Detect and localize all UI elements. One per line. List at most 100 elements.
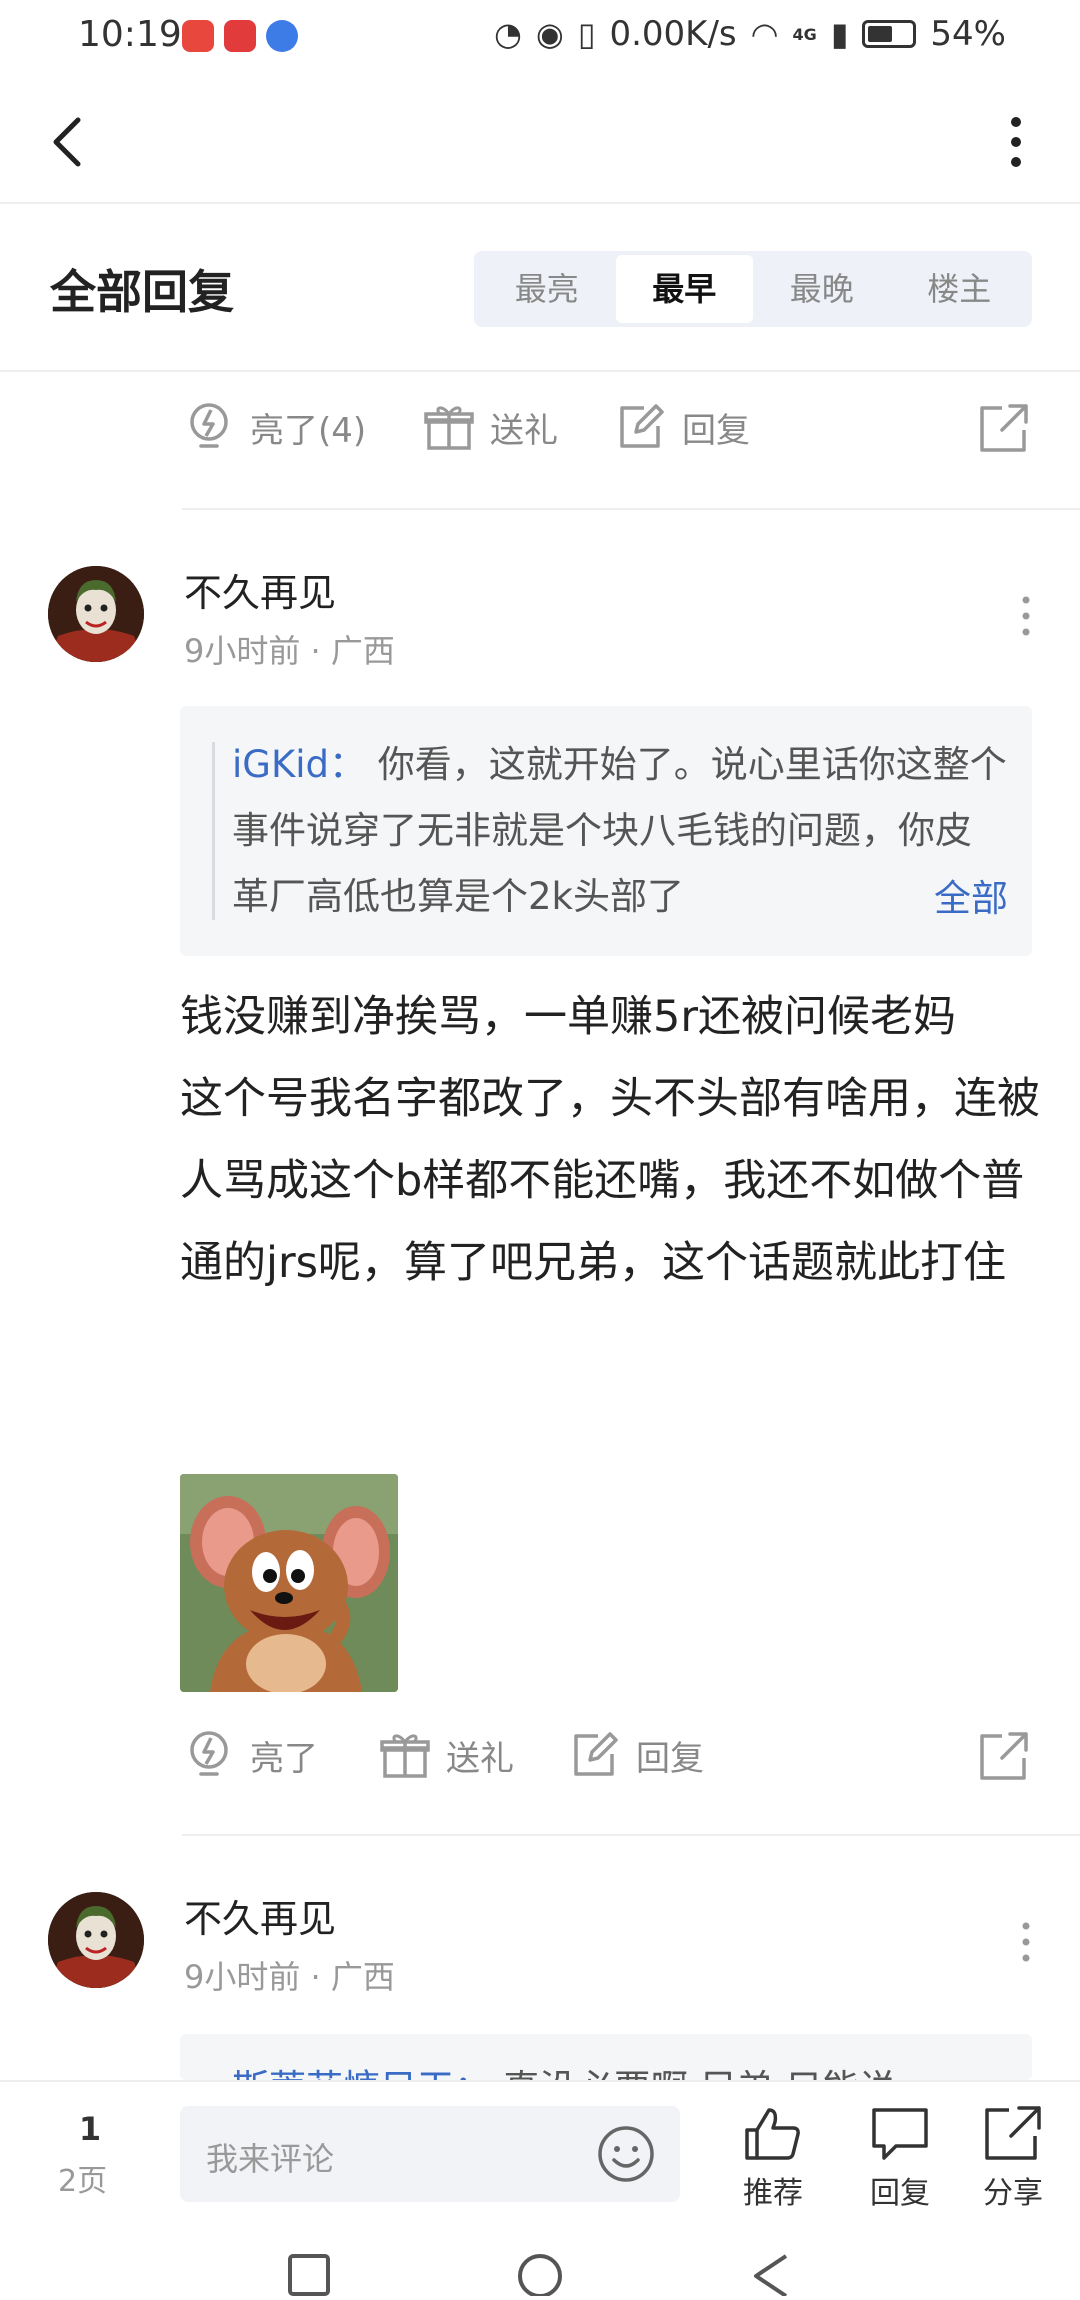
- reply-bottom-label: 回复: [870, 2176, 930, 2211]
- quoted-reply[interactable]: 斯蒂芬慷目干： 真没必要啊 兄弟 只能说: [180, 2034, 1032, 2080]
- meta-separator: ·: [310, 632, 321, 670]
- battery-icon: [862, 20, 917, 48]
- back-nav-icon[interactable]: [746, 2246, 796, 2296]
- share-icon: [985, 2106, 1041, 2160]
- avatar[interactable]: [48, 566, 144, 662]
- top-nav: [0, 72, 1080, 204]
- reply-label: 回复: [636, 1738, 704, 1779]
- reply-bottom-button[interactable]: 回复: [855, 2104, 945, 2212]
- vertical-dots-icon: [1022, 1922, 1030, 1962]
- page-total: 2页: [58, 2164, 108, 2199]
- battery-level: 54%: [930, 14, 1006, 54]
- quote-author[interactable]: iGKid：: [232, 743, 366, 786]
- quoted-reply[interactable]: iGKid： 你看，这就开始了。说心里话你这整个事件说穿了无非就是个块八毛钱的问…: [180, 706, 1032, 956]
- sort-tab-op-only[interactable]: 楼主: [891, 255, 1029, 323]
- like-button[interactable]: 亮了: [182, 1728, 318, 1782]
- reply-label: 回复: [682, 410, 750, 451]
- signal-type: 4G: [792, 24, 817, 44]
- gift-label: 送礼: [446, 1738, 514, 1779]
- joker-avatar-image: [48, 566, 144, 662]
- comment-paragraph: 钱没赚到净挨骂，一单赚5r还被问候老妈: [180, 992, 957, 1042]
- vertical-dots-icon: [1022, 596, 1030, 636]
- book-app-icon: [224, 20, 256, 52]
- share-button[interactable]: [976, 1728, 1032, 1788]
- comment-username[interactable]: 不久再见: [184, 562, 336, 617]
- like-label: 亮了: [250, 1738, 318, 1779]
- wifi-icon: ◠: [750, 15, 779, 53]
- quote-text: 斯蒂芬慷目干： 真没必要啊 兄弟 只能说: [232, 2056, 1008, 2080]
- chevron-left-icon: [53, 117, 81, 167]
- vibrate-icon: ▯: [577, 15, 596, 53]
- lightbulb-icon: [190, 1731, 228, 1776]
- status-bar: 10:19 ◔ ◉ ▯ 0.00K/s ◠ 4G ▮ 54%: [0, 0, 1080, 72]
- comment-image[interactable]: [180, 1474, 398, 1692]
- divider: [182, 1834, 1080, 1836]
- comment-location: 广西: [330, 632, 395, 670]
- signal-icon: ▮: [830, 15, 849, 53]
- gift-button[interactable]: 送礼: [378, 1728, 514, 1782]
- gift-icon: [380, 1734, 430, 1778]
- home-icon[interactable]: [515, 2246, 565, 2296]
- emoji-icon[interactable]: [596, 2124, 656, 2184]
- sort-tab-latest[interactable]: 最晚: [753, 255, 891, 323]
- status-time: 10:19: [78, 14, 182, 55]
- reply-button[interactable]: 回复: [614, 400, 750, 454]
- meta-separator: ·: [310, 1958, 321, 1996]
- comment-username[interactable]: 不久再见: [184, 1888, 336, 1943]
- quote-body: 真没必要啊 兄弟 只能说: [503, 2067, 897, 2080]
- app-notification-icon: [182, 20, 214, 52]
- comment-more-button[interactable]: [1006, 586, 1046, 646]
- share-bottom-button[interactable]: 分享: [968, 2104, 1058, 2212]
- share-icon: [980, 404, 1028, 452]
- page-current: 1: [78, 2110, 102, 2148]
- prev-post-actions: 亮了(4) 送礼 回复: [182, 400, 1032, 490]
- gift-label: 送礼: [490, 410, 558, 451]
- comment-actions: 亮了 送礼 回复: [182, 1728, 1032, 1818]
- gift-button[interactable]: 送礼: [422, 400, 558, 454]
- recommend-label: 推荐: [743, 2176, 803, 2211]
- browser-app-icon: [266, 20, 298, 52]
- quote-bar: [212, 742, 215, 920]
- thumbs-up-icon: [745, 2108, 800, 2160]
- lightbulb-icon: [190, 403, 228, 448]
- expand-quote-link[interactable]: 全部: [904, 866, 1008, 932]
- system-nav-bar: [0, 2228, 1080, 2300]
- like-button[interactable]: 亮了(4): [182, 400, 366, 454]
- notification-icons: [182, 20, 298, 52]
- sort-tab-brightest[interactable]: 最亮: [478, 255, 616, 323]
- edit-icon: [620, 404, 664, 448]
- comment-meta: 9小时前 · 广西: [184, 1952, 395, 1998]
- joker-avatar-image: [48, 1892, 144, 1988]
- share-button[interactable]: [976, 400, 1032, 460]
- comment-location: 广西: [330, 1958, 395, 1996]
- comment-input[interactable]: 我来评论: [180, 2106, 680, 2202]
- edit-icon: [574, 1732, 618, 1776]
- eye-icon: ◉: [535, 15, 564, 53]
- reply-button[interactable]: 回复: [568, 1728, 704, 1782]
- avatar[interactable]: [48, 1892, 144, 1988]
- share-bottom-label: 分享: [983, 2176, 1043, 2211]
- comment-body: 钱没赚到净挨骂，一单赚5r还被问候老妈 这个号我名字都改了，头不头部有啥用，连被…: [180, 976, 1040, 1304]
- network-speed: 0.00K/s: [609, 14, 737, 54]
- quote-text: iGKid： 你看，这就开始了。说心里话你这整个事件说穿了无非就是个块八毛钱的问…: [232, 732, 1008, 930]
- chat-bubble-icon: [872, 2108, 928, 2160]
- vertical-dots-icon: [1011, 117, 1021, 167]
- recommend-button[interactable]: 推荐: [728, 2104, 818, 2212]
- comment-paragraph: 这个号我名字都改了，头不头部有啥用，连被人骂成这个b样都不能还嘴，我还不如做个普…: [180, 1074, 1040, 1288]
- divider: [182, 508, 1080, 510]
- like-label: 亮了(4): [250, 410, 367, 451]
- bottom-bar: 1 2页 我来评论 推荐 回复 分享: [0, 2080, 1080, 2228]
- comment-time: 9小时前: [184, 1958, 301, 1996]
- speedometer-icon: ◔: [494, 15, 522, 53]
- comment-time: 9小时前: [184, 632, 301, 670]
- comment-more-button[interactable]: [1006, 1912, 1046, 1972]
- status-right: ◔ ◉ ▯ 0.00K/s ◠ 4G ▮ 54%: [494, 14, 1006, 54]
- sort-tab-earliest[interactable]: 最早: [615, 255, 753, 323]
- jerry-mouse-image: [180, 1474, 398, 1692]
- share-icon: [980, 1732, 1028, 1780]
- back-button[interactable]: [40, 102, 100, 182]
- quote-author[interactable]: 斯蒂芬慷目干：: [232, 2067, 491, 2080]
- comment-meta: 9小时前 · 广西: [184, 626, 395, 672]
- more-options-button[interactable]: [986, 102, 1046, 182]
- recents-icon[interactable]: [284, 2246, 334, 2296]
